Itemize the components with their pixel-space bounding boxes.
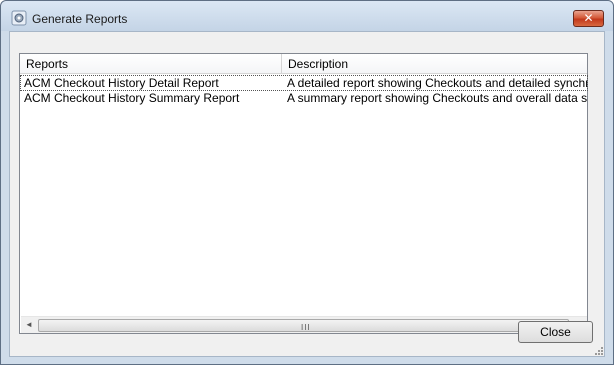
generate-reports-window: Generate Reports ✕ Reports Description A… bbox=[0, 0, 614, 365]
title-bar[interactable]: Generate Reports ✕ bbox=[1, 1, 613, 31]
horizontal-scrollbar[interactable]: ◄ III ► bbox=[21, 316, 587, 333]
column-header-description[interactable]: Description bbox=[288, 57, 348, 71]
gear-report-icon bbox=[11, 10, 27, 26]
report-description-cell: A detailed report showing Checkouts and … bbox=[287, 76, 587, 90]
report-description-cell: A summary report showing Checkouts and o… bbox=[287, 91, 587, 105]
resize-grip-icon[interactable] bbox=[593, 345, 604, 356]
scrollbar-thumb[interactable]: III bbox=[38, 319, 569, 332]
close-button[interactable]: Close bbox=[518, 321, 593, 343]
report-name-cell: ACM Checkout History Detail Report bbox=[24, 76, 219, 90]
scroll-left-icon[interactable]: ◄ bbox=[25, 321, 33, 329]
window-title: Generate Reports bbox=[32, 12, 128, 26]
reports-listview[interactable]: Reports Description ACM Checkout History… bbox=[19, 53, 588, 334]
report-name-cell: ACM Checkout History Summary Report bbox=[24, 91, 240, 105]
table-row[interactable]: ACM Checkout History Summary Report A su… bbox=[21, 91, 587, 105]
list-header: Reports Description bbox=[20, 54, 587, 74]
window-close-button[interactable]: ✕ bbox=[573, 10, 604, 27]
dialog-body: Reports Description ACM Checkout History… bbox=[9, 31, 605, 357]
column-header-reports[interactable]: Reports bbox=[26, 57, 68, 71]
close-icon: ✕ bbox=[583, 11, 594, 25]
column-divider[interactable] bbox=[281, 54, 282, 74]
table-row[interactable]: ACM Checkout History Detail Report A det… bbox=[20, 75, 588, 91]
scrollbar-grip-icon: III bbox=[301, 323, 311, 332]
